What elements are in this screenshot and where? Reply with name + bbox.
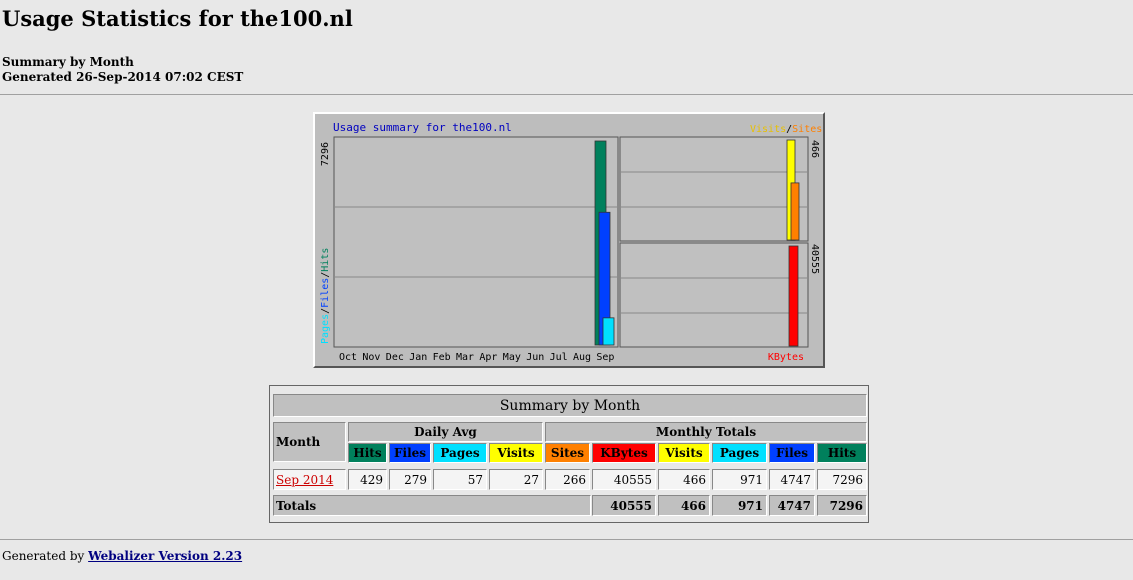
table-cell: 40555: [592, 469, 656, 490]
month-labels: Oct Nov Dec Jan Feb Mar Apr May Jun Jul Aug Sep: [339, 352, 614, 363]
table-cell: 57: [433, 469, 487, 490]
kbytes-plot-area: [619, 242, 809, 348]
table-cell: 466: [658, 469, 710, 490]
month-header: Month: [273, 422, 346, 462]
month-label: Mar: [456, 352, 474, 363]
bar-sites-sep: [790, 182, 800, 241]
daily-avg-header: Daily Avg: [348, 422, 543, 442]
column-header-visits: Visits: [658, 443, 710, 463]
column-header-pages: Pages: [433, 443, 487, 463]
right-top-axis-max: 466: [809, 140, 820, 158]
column-header-sites: Sites: [545, 443, 590, 463]
month-label: Nov: [362, 352, 380, 363]
column-header-kbytes: KBytes: [592, 443, 656, 463]
month-label: Sep: [596, 352, 614, 363]
main-plot-area: [333, 136, 619, 348]
totals-cell: 971: [712, 495, 767, 516]
footer-prefix: Generated by: [2, 549, 85, 563]
bar-pages-sep: [602, 317, 615, 346]
left-axis-max: 7296: [320, 142, 331, 166]
month-label: Dec: [386, 352, 404, 363]
monthly-totals-header: Monthly Totals: [545, 422, 867, 442]
axis-label-files: Files: [320, 278, 331, 308]
table-cell: 971: [712, 469, 767, 490]
axis-label-pages: Pages: [320, 314, 331, 344]
bar-kbytes-sep: [788, 245, 799, 347]
summary-table: Summary by Month Month Daily Avg Monthly…: [269, 385, 869, 523]
month-link[interactable]: Sep 2014: [276, 473, 333, 487]
divider-top: [0, 94, 1133, 95]
totals-cell: 7296: [817, 495, 867, 516]
left-axis-label: Pages/Files/Hits: [320, 248, 331, 344]
table-cell: 27: [489, 469, 543, 490]
column-header-hits: Hits: [817, 443, 867, 463]
visits-sites-legend: Visits/Sites: [750, 124, 822, 135]
usage-graph-svg: Usage summary for the100.nl Visits/Sites…: [320, 121, 822, 363]
column-header-files: Files: [769, 443, 815, 463]
table-row-month: Sep 2014: [273, 469, 346, 490]
totals-cell: 40555: [592, 495, 656, 516]
month-label: Feb: [433, 352, 451, 363]
legend-visits: Visits: [750, 124, 786, 135]
table-cell: 7296: [817, 469, 867, 490]
totals-label: Totals: [273, 495, 591, 516]
month-label: May: [503, 352, 521, 363]
table-cell: 4747: [769, 469, 815, 490]
month-label: Jun: [526, 352, 544, 363]
table-cell: 266: [545, 469, 590, 490]
column-header-hits: Hits: [348, 443, 387, 463]
table-cell: 429: [348, 469, 387, 490]
totals-cell: 466: [658, 495, 710, 516]
table-title: Summary by Month: [273, 394, 867, 417]
divider-bottom: [0, 539, 1133, 540]
summary-subtitle: Summary by Month: [2, 55, 134, 69]
usage-graph: Usage summary for the100.nl Visits/Sites…: [313, 112, 825, 368]
visits-sites-plot-area: [619, 136, 809, 242]
column-header-files: Files: [389, 443, 431, 463]
table-cell: 279: [389, 469, 431, 490]
generated-timestamp: Generated 26-Sep-2014 07:02 CEST: [2, 70, 244, 84]
page-title: Usage Statistics for the100.nl: [2, 6, 353, 31]
webalizer-link[interactable]: Webalizer Version 2.23: [88, 549, 242, 563]
legend-sites: Sites: [792, 124, 822, 135]
month-label: Jan: [409, 352, 427, 363]
column-header-pages: Pages: [712, 443, 767, 463]
month-label: Aug: [573, 352, 591, 363]
footer: Generated by Webalizer Version 2.23: [2, 549, 242, 563]
totals-cell: 4747: [769, 495, 815, 516]
right-bottom-axis-max: 40555: [809, 244, 820, 274]
month-label: Jul: [550, 352, 568, 363]
column-header-visits: Visits: [489, 443, 543, 463]
month-label: Apr: [479, 352, 497, 363]
axis-label-hits: Hits: [320, 248, 331, 272]
kbytes-legend: KBytes: [768, 352, 804, 363]
graph-title: Usage summary for the100.nl: [333, 121, 512, 134]
month-label: Oct: [339, 352, 357, 363]
